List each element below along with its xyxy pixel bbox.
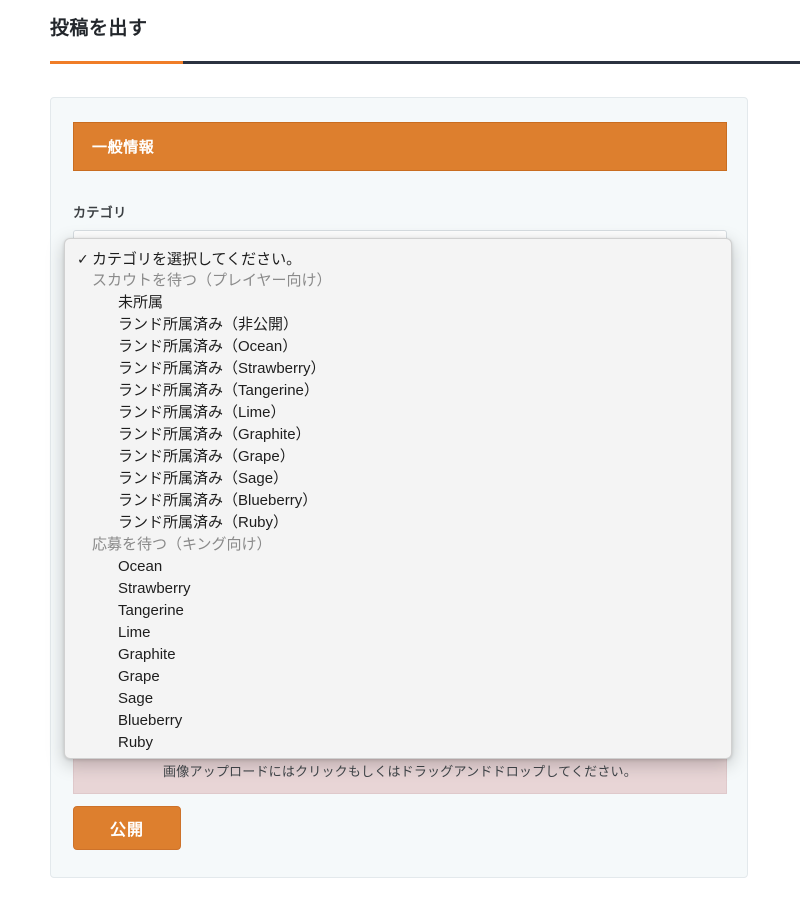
select-option[interactable]: ランド所属済み（Grape） bbox=[65, 446, 731, 468]
select-option[interactable]: Graphite bbox=[65, 644, 731, 666]
select-option[interactable]: Grape bbox=[65, 666, 731, 688]
select-option[interactable]: ランド所属済み（Ruby） bbox=[65, 512, 731, 534]
select-option[interactable]: Sage bbox=[65, 688, 731, 710]
image-upload-hint: 画像アップロードにはクリックもしくはドラッグアンドドロップしてください。 bbox=[163, 763, 637, 779]
select-option[interactable]: Lime bbox=[65, 622, 731, 644]
select-option[interactable]: ランド所属済み（Sage） bbox=[65, 468, 731, 490]
select-option[interactable]: ✓ カテゴリを選択してください。 bbox=[65, 248, 731, 270]
select-option-label: カテゴリを選択してください。 bbox=[92, 251, 302, 268]
select-option-group: スカウトを待つ（プレイヤー向け） bbox=[92, 272, 332, 289]
select-option[interactable]: 未所属 bbox=[65, 292, 731, 314]
select-option[interactable]: Strawberry bbox=[65, 578, 731, 600]
select-option[interactable]: Blueberry bbox=[65, 710, 731, 732]
category-field-label: カテゴリ bbox=[73, 205, 127, 220]
select-option[interactable]: ランド所属済み（Tangerine） bbox=[65, 380, 731, 402]
page-header: 投稿を出す bbox=[50, 16, 750, 42]
select-option[interactable]: Ocean bbox=[65, 556, 731, 578]
select-option-group: 応募を待つ（キング向け） bbox=[92, 536, 272, 553]
select-option[interactable]: ランド所属済み（Strawberry） bbox=[65, 358, 731, 380]
page-title: 投稿を出す bbox=[50, 18, 148, 39]
category-select-popup[interactable]: ✓ カテゴリを選択してください。 スカウトを待つ（プレイヤー向け） 未所属 ランド所属済… bbox=[64, 238, 732, 759]
general-info-banner: 一般情報 bbox=[73, 122, 727, 171]
select-option[interactable]: Ruby bbox=[65, 732, 731, 754]
select-option[interactable]: ランド所属済み（非公開） bbox=[65, 314, 731, 336]
select-option[interactable]: ランド所属済み（Ocean） bbox=[65, 336, 731, 358]
select-option[interactable]: ランド所属済み（Lime） bbox=[65, 402, 731, 424]
general-info-banner-label: 一般情報 bbox=[92, 139, 155, 156]
check-icon: ✓ bbox=[77, 251, 89, 267]
title-divider-accent bbox=[50, 61, 183, 64]
select-option[interactable]: ランド所属済み（Blueberry） bbox=[65, 490, 731, 512]
publish-button[interactable]: 公開 bbox=[73, 806, 181, 850]
select-option[interactable]: ランド所属済み（Graphite） bbox=[65, 424, 731, 446]
select-option[interactable]: Tangerine bbox=[65, 600, 731, 622]
